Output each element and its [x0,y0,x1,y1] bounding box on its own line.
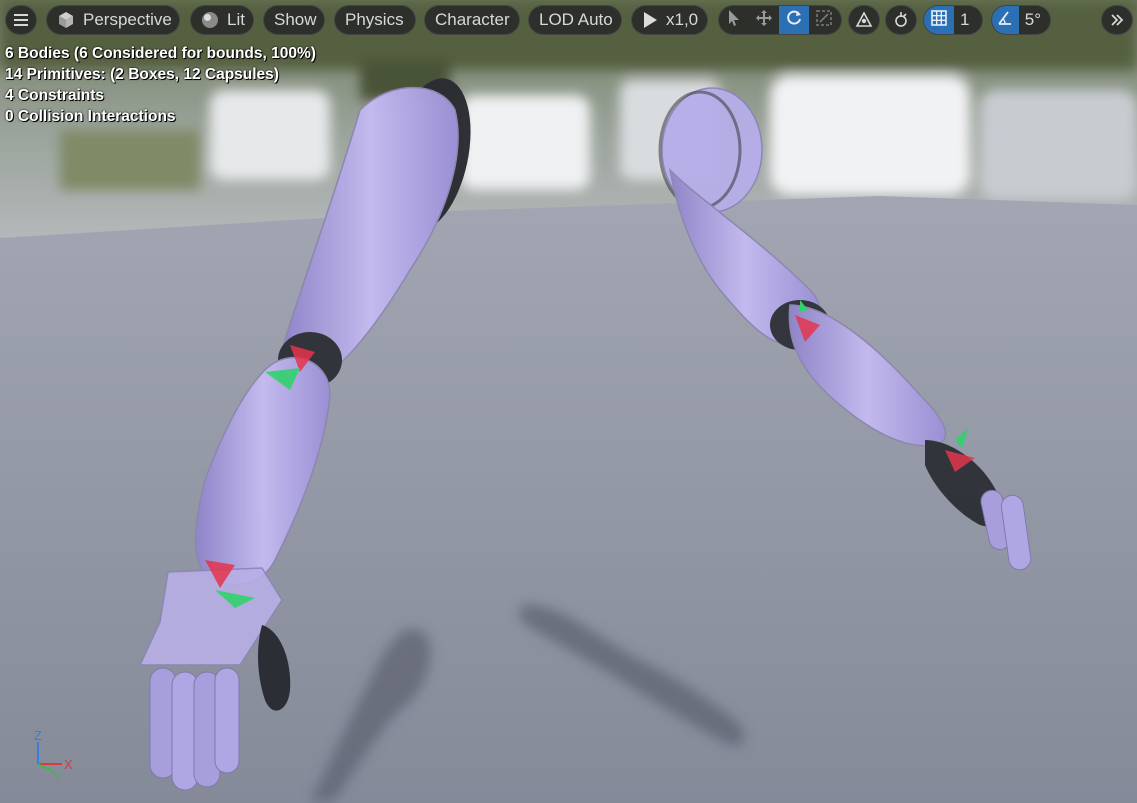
translate-mode-button[interactable] [749,6,779,34]
surface-snap-button[interactable] [885,5,917,35]
character-button[interactable]: Character [424,5,520,35]
angle-snap-value[interactable]: 5° [1019,10,1050,30]
rotate-icon [785,9,803,32]
show-label: Show [274,10,317,29]
physics-asset-viewport[interactable]: Perspective Lit Show Physics Character L… [0,0,1137,803]
scale-mode-button[interactable] [809,6,839,34]
stats-collisions: 0 Collision Interactions [5,108,176,125]
surface-snap-icon [892,11,910,29]
local-space-icon [855,11,873,29]
stats-primitives: 14 Primitives: (2 Boxes, 12 Capsules) [5,66,279,83]
more-options-button[interactable] [1101,5,1133,35]
viewport-menu-button[interactable] [5,5,37,35]
rotate-mode-button[interactable] [779,6,809,34]
hamburger-menu-icon [13,13,29,27]
perspective-button[interactable]: Perspective [46,5,180,35]
scale-icon [815,9,833,32]
character-label: Character [435,10,510,29]
viewport-toolbar: Perspective Lit Show Physics Character L… [0,0,1137,40]
angle-snap-group: 5° [991,5,1051,35]
lod-label: LOD Auto [539,10,613,29]
play-speed-button[interactable]: x1,0 [631,5,708,35]
axis-y-label: Y [54,771,62,783]
lod-button[interactable]: LOD Auto [528,5,622,35]
physics-stats-overlay: 6 Bodies (6 Considered for bounds, 100%)… [5,43,316,127]
chevron-double-right-icon [1110,13,1124,27]
grid-icon [931,9,947,31]
grid-snap-group: 1 [923,5,983,35]
lit-sphere-icon [201,11,219,29]
axis-z-label: Z [34,728,42,743]
cube-icon [57,11,75,29]
lit-button[interactable]: Lit [190,5,254,35]
stats-bodies: 6 Bodies (6 Considered for bounds, 100%) [5,45,316,62]
lit-label: Lit [227,10,245,29]
cursor-arrow-icon [727,9,741,32]
show-button[interactable]: Show [263,5,325,35]
play-icon [642,11,658,29]
axis-x-label: X [64,757,73,772]
move-arrows-icon [755,9,773,32]
angle-icon [997,10,1013,31]
transform-mode-group [718,5,842,35]
physics-button[interactable]: Physics [334,5,416,35]
angle-snap-toggle[interactable] [992,6,1019,34]
axis-gizmo: Z X Y [30,728,90,788]
physics-label: Physics [345,10,404,29]
perspective-label: Perspective [83,10,172,29]
stats-constraints: 4 Constraints [5,87,105,104]
play-speed-label: x1,0 [666,10,699,29]
select-mode-button[interactable] [719,6,749,34]
local-space-button[interactable] [848,5,880,35]
grid-snap-value[interactable]: 1 [954,10,978,30]
grid-snap-toggle[interactable] [924,6,954,34]
